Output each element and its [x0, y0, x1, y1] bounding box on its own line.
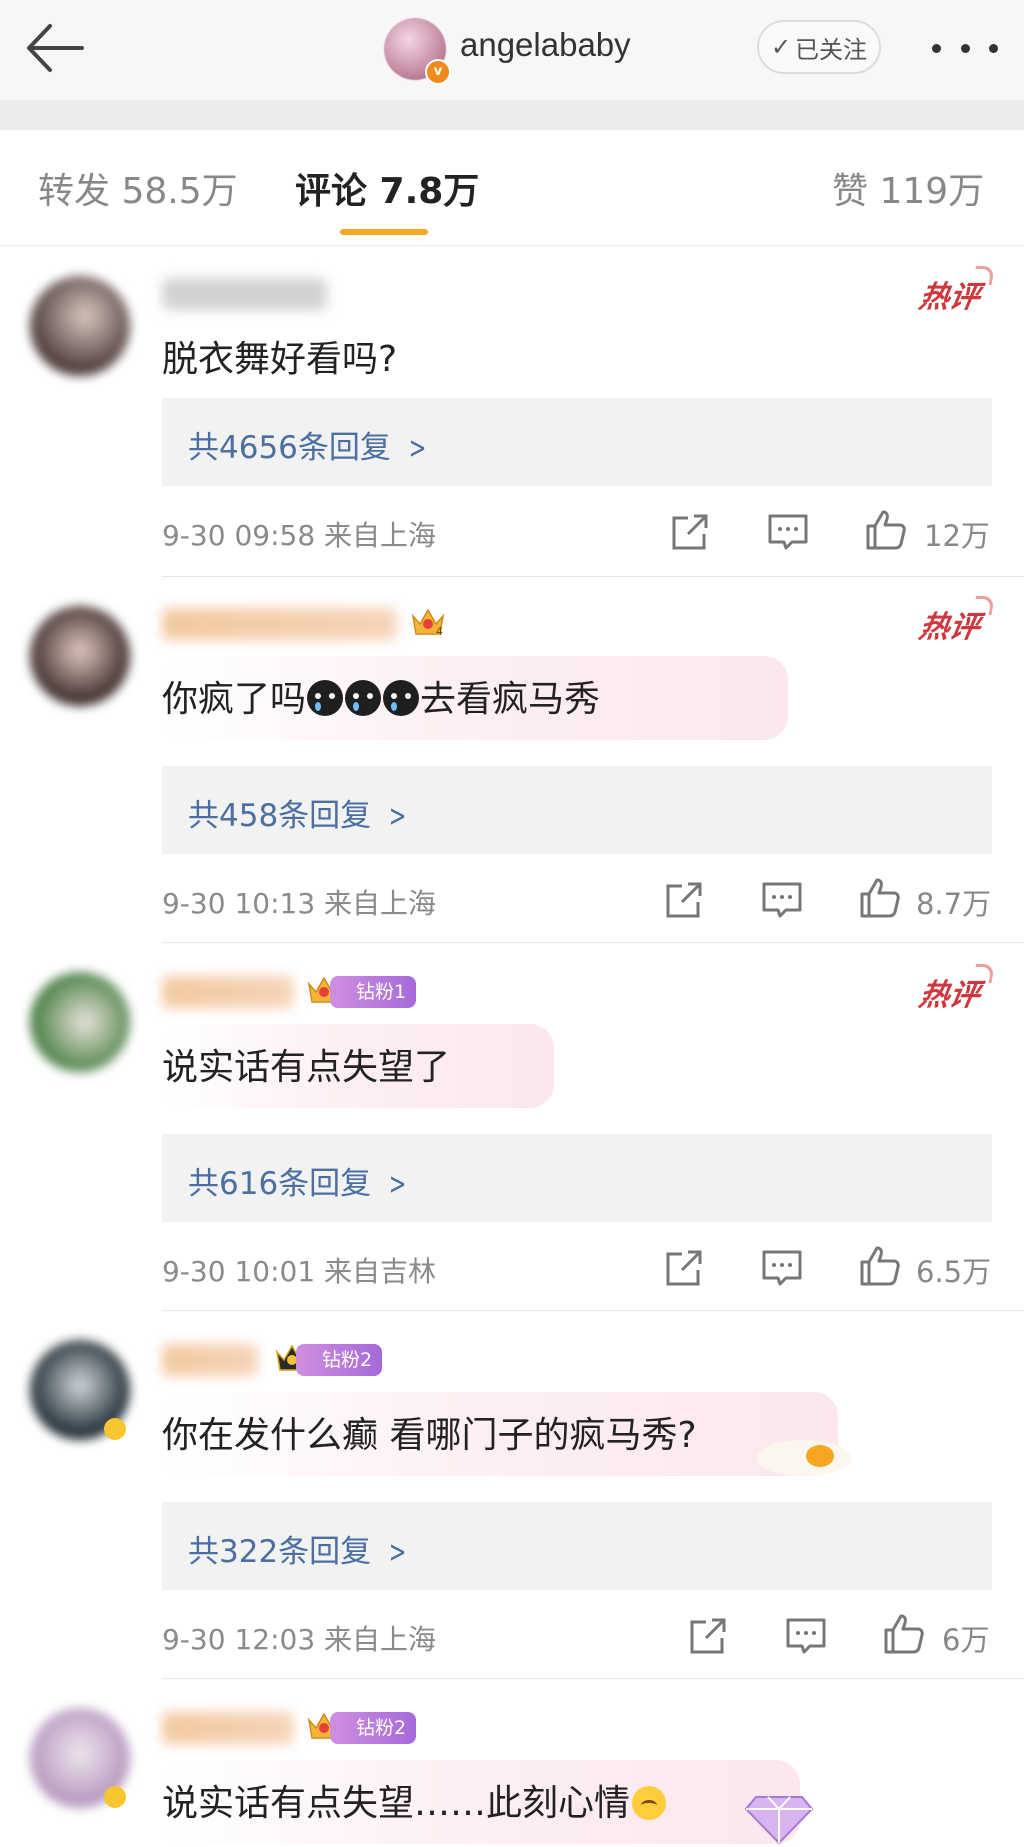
commenter-name-blurred[interactable] [162, 976, 294, 1008]
comment-text: 你疯了吗 去看疯马秀 [162, 679, 601, 720]
tab-bar: 转发 58.5万 评论 7.8万 赞 119万 [0, 130, 1024, 246]
crying-face-icon [345, 680, 382, 716]
comment-meta: 9-30 12:03 来自上海 [162, 1623, 437, 1656]
vip-badge-icon [104, 1418, 126, 1440]
comment-meta: 9-30 10:01 来自吉林 [162, 1255, 437, 1288]
replies-link[interactable]: 共458条回复 > [162, 766, 992, 854]
crying-face-icon [307, 680, 344, 716]
fan-level-badge: 钻粉2 [296, 1344, 383, 1376]
commenter-avatar[interactable] [30, 276, 130, 376]
comment-text: 你在发什么癫 看哪门子的疯马秀? [162, 1415, 697, 1456]
vip-badge-icon [104, 1786, 126, 1808]
fried-egg-icon [756, 1440, 852, 1476]
fan-level-badge: 钻粉1 [330, 976, 417, 1008]
comment-divider [162, 576, 1024, 577]
tab-comments[interactable]: 评论 7.8万 [295, 162, 479, 214]
comment-divider [162, 942, 1024, 943]
svg-text:4: 4 [436, 625, 443, 638]
checkmark-icon: ✓ [770, 33, 792, 61]
commenter-name-blurred[interactable] [162, 1344, 258, 1376]
comment-icon[interactable] [760, 1246, 804, 1290]
share-icon[interactable] [668, 510, 712, 554]
follow-label: 已关注 [795, 35, 868, 64]
commenter-name-blurred[interactable] [162, 1712, 294, 1744]
replies-link[interactable]: 共616条回复 > [162, 1134, 992, 1222]
comment-text: 说实话有点失望了 [162, 1047, 451, 1088]
comment-divider [162, 1310, 1024, 1311]
comment-meta: 9-30 10:13 来自上海 [162, 887, 437, 920]
like-count: 6.5万 [916, 1255, 992, 1289]
hot-comment-badge: 热评 [916, 272, 984, 316]
more-dots-icon[interactable] [932, 34, 998, 62]
chevron-right-icon: > [408, 431, 427, 466]
follow-button[interactable]: ✓ 已关注 [757, 20, 881, 74]
back-arrow-icon[interactable] [24, 20, 88, 76]
replies-link[interactable]: 共322条回复 > [162, 1502, 992, 1590]
author-name[interactable]: angelababy [460, 26, 631, 64]
fan-level-badge: 钻粉2 [330, 1712, 417, 1744]
comment-icon[interactable] [784, 1614, 828, 1658]
replies-count: 共458条回复 [188, 798, 372, 834]
like-count: 6万 [942, 1623, 990, 1657]
share-icon[interactable] [662, 878, 706, 922]
like-thumb-icon[interactable] [858, 876, 902, 920]
crying-face-icon [383, 680, 420, 716]
like-thumb-icon[interactable] [864, 508, 908, 552]
top-bar: v angelababy ✓ 已关注 [0, 0, 1024, 100]
chevron-right-icon: > [388, 1535, 407, 1570]
tab-active-indicator [340, 229, 428, 235]
share-icon[interactable] [686, 1614, 730, 1658]
share-icon[interactable] [662, 1246, 706, 1290]
replies-count: 共616条回复 [188, 1166, 372, 1202]
crown-badge-icon: 4 [411, 608, 445, 638]
chevron-right-icon: > [388, 799, 407, 834]
tab-likes[interactable]: 赞 119万 [832, 162, 984, 214]
verified-badge-icon: v [425, 59, 451, 85]
tab-reposts[interactable]: 转发 58.5万 [38, 162, 238, 214]
commenter-name-blurred[interactable] [162, 278, 327, 310]
like-count: 8.7万 [916, 887, 992, 921]
upside-down-face-icon [632, 1786, 667, 1820]
like-thumb-icon[interactable] [882, 1612, 926, 1656]
replies-link[interactable]: 共4656条回复 > [162, 398, 992, 486]
chevron-right-icon: > [388, 1167, 407, 1202]
comment-text: 脱衣舞好看吗? [162, 339, 398, 380]
replies-count: 共4656条回复 [188, 430, 391, 466]
hot-comment-badge: 热评 [916, 602, 984, 646]
commenter-name-blurred[interactable] [162, 608, 397, 640]
like-count: 12万 [924, 519, 990, 553]
hot-comment-badge: 热评 [916, 970, 984, 1014]
comment-meta: 9-30 09:58 来自上海 [162, 519, 437, 552]
comment-icon[interactable] [766, 510, 810, 554]
replies-count: 共322条回复 [188, 1534, 372, 1570]
comment-icon[interactable] [760, 878, 804, 922]
diamond-gem-icon [744, 1796, 814, 1845]
like-thumb-icon[interactable] [858, 1244, 902, 1288]
comment-text: 说实话有点失望……此刻心情 [162, 1774, 667, 1826]
header-separator [0, 100, 1024, 130]
commenter-avatar[interactable] [30, 606, 130, 706]
comment-divider [162, 1678, 1024, 1679]
commenter-avatar[interactable] [30, 972, 130, 1072]
